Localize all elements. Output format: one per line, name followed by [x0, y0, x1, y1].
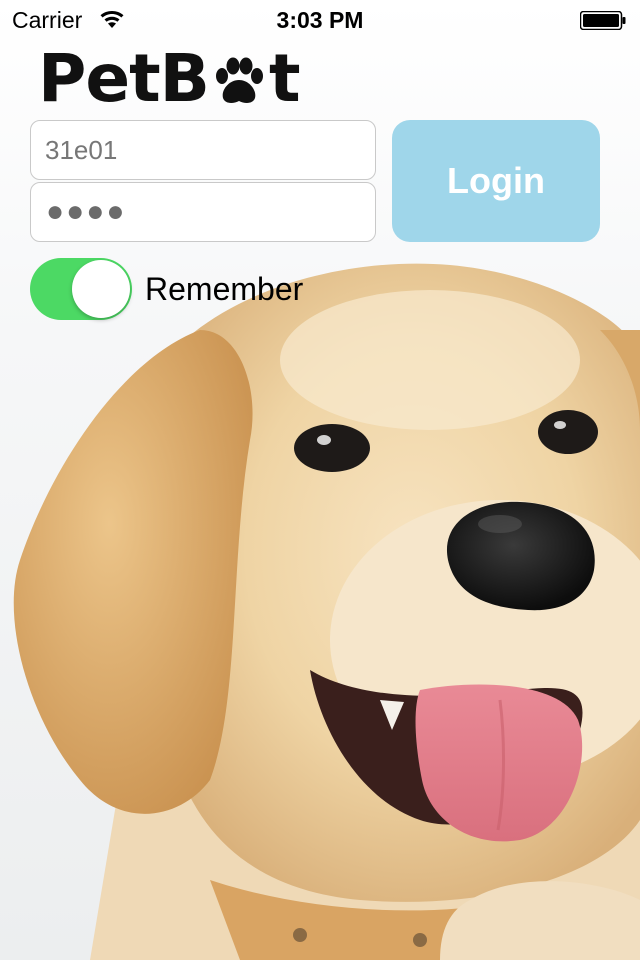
remember-toggle[interactable] — [30, 258, 132, 320]
remember-label: Remember — [145, 270, 304, 307]
login-screen: Carrier 3:03 PM PetB t ●●●● Login — [0, 0, 640, 960]
logo-text-start: PetB — [38, 40, 210, 117]
toggle-knob[interactable] — [72, 260, 130, 318]
battery-icon — [580, 11, 626, 30]
password-mask[interactable]: ●●●● — [46, 183, 126, 241]
petbot-logo: PetB t — [38, 40, 301, 117]
clock-time: 3:03 PM — [276, 7, 364, 33]
remember-row: Remember — [30, 258, 303, 320]
login-button[interactable]: Login — [392, 120, 600, 242]
paw-icon — [216, 57, 263, 103]
status-bar: Carrier 3:03 PM — [0, 0, 640, 40]
password-field[interactable]: ●●●● — [30, 182, 376, 242]
username-input[interactable] — [31, 121, 375, 179]
logo-text-end: t — [269, 40, 301, 117]
username-field[interactable] — [30, 120, 376, 180]
